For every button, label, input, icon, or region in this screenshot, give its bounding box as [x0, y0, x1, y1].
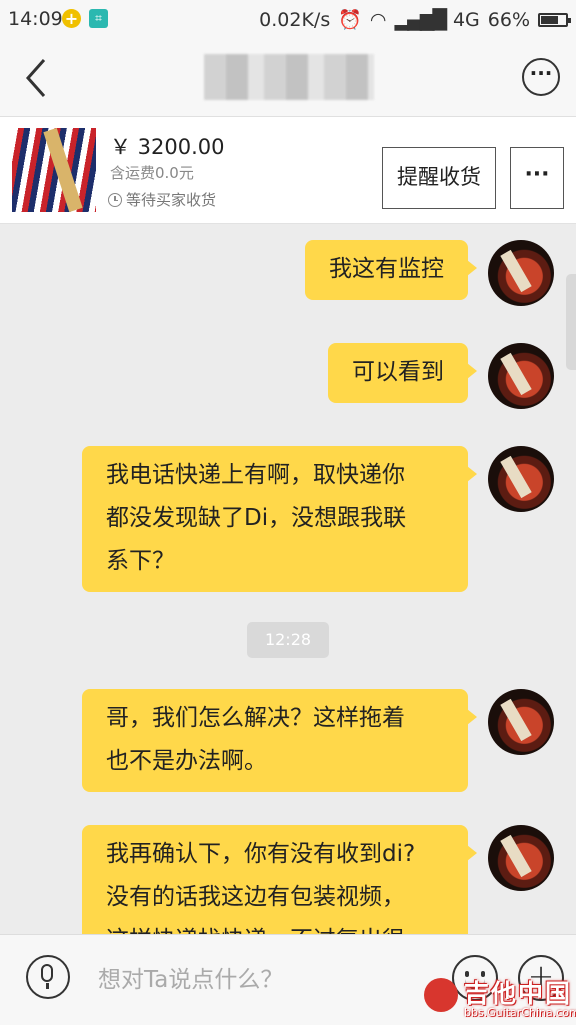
network-speed: 0.02K/s [259, 8, 331, 31]
message-input[interactable] [96, 959, 430, 1001]
guitar-logo-icon [424, 978, 458, 1012]
status-time: 14:09 [8, 8, 63, 30]
product-thumbnail[interactable] [12, 128, 96, 212]
shipping-fee: 含运费0.0元 [110, 164, 194, 182]
watermark: 吉他中国 bbs.GuitarChina.com [418, 974, 576, 1024]
signal-icon: ▂▄▆█ [394, 8, 447, 31]
product-bar: ￥ 3200.00 含运费0.0元 等待买家收货 提醒收货 ··· [0, 117, 576, 224]
more-icon: ··· [529, 61, 553, 85]
wifi-icon: ◠ [369, 8, 387, 31]
message-row: 可以看到 [328, 343, 554, 409]
avatar[interactable] [488, 343, 554, 409]
more-options-button[interactable]: ··· [522, 58, 560, 96]
watermark-url: bbs.GuitarChina.com [464, 1006, 576, 1019]
message-row: 我再确认下，你有没有收到di? 没有的话我这边有包装视频， 这样快递找快递，不过… [82, 825, 554, 934]
remind-receipt-button[interactable]: 提醒收货 [382, 147, 496, 209]
network-type: 4G [452, 8, 480, 31]
status-right: 0.02K/s ⏰ ◠ ▂▄▆█ 4G 66% [259, 8, 571, 31]
avatar[interactable] [488, 825, 554, 891]
product-price: ￥ 3200.00 [110, 135, 225, 159]
message-row: 哥，我们怎么解决？这样拖着 也不是办法啊。 [82, 689, 554, 792]
avatar[interactable] [488, 689, 554, 755]
message-row: 我这有监控 [305, 240, 554, 306]
app-plus-icon: + [62, 9, 81, 28]
scrollbar[interactable] [566, 274, 576, 370]
message-bubble[interactable]: 我电话快递上有啊，取快递你 都没发现缺了Di，没想跟我联 系下？ [82, 446, 477, 592]
chevron-left-icon [25, 59, 46, 97]
battery-percent: 66% [487, 8, 530, 31]
battery-fill [541, 15, 559, 24]
contact-name-blurred [204, 54, 374, 100]
product-more-button[interactable]: ··· [510, 147, 564, 209]
message-bubble[interactable]: 我这有监控 [305, 240, 477, 300]
message-bubble[interactable]: 我再确认下，你有没有收到di? 没有的话我这边有包装视频， 这样快递找快递，不过… [82, 825, 477, 934]
status-bar: 14:09 + ⌗ 0.02K/s ⏰ ◠ ▂▄▆█ 4G 66% [0, 0, 576, 38]
battery-icon [538, 12, 571, 27]
timestamp: 12:28 [247, 622, 329, 658]
alarm-icon: ⏰ [338, 9, 362, 31]
scan-icon: ⌗ [89, 9, 108, 28]
back-button[interactable] [18, 56, 58, 100]
avatar[interactable] [488, 446, 554, 512]
watermark-title: 吉他中国 [464, 979, 573, 1008]
message-row: 我电话快递上有啊，取快递你 都没发现缺了Di，没想跟我联 系下？ [82, 446, 554, 592]
order-status: 等待买家收货 [108, 189, 216, 210]
voice-input-button[interactable] [26, 955, 70, 999]
clock-icon [108, 192, 122, 207]
message-bubble[interactable]: 可以看到 [328, 343, 477, 403]
avatar[interactable] [488, 240, 554, 306]
chat-area[interactable]: 我这有监控 可以看到 我电话快递上有啊，取快递你 都没发现缺了Di，没想跟我联 … [0, 224, 576, 934]
order-status-text: 等待买家收货 [126, 191, 217, 209]
message-bubble[interactable]: 哥，我们怎么解决？这样拖着 也不是办法啊。 [82, 689, 477, 792]
chat-header: ··· [0, 38, 576, 117]
